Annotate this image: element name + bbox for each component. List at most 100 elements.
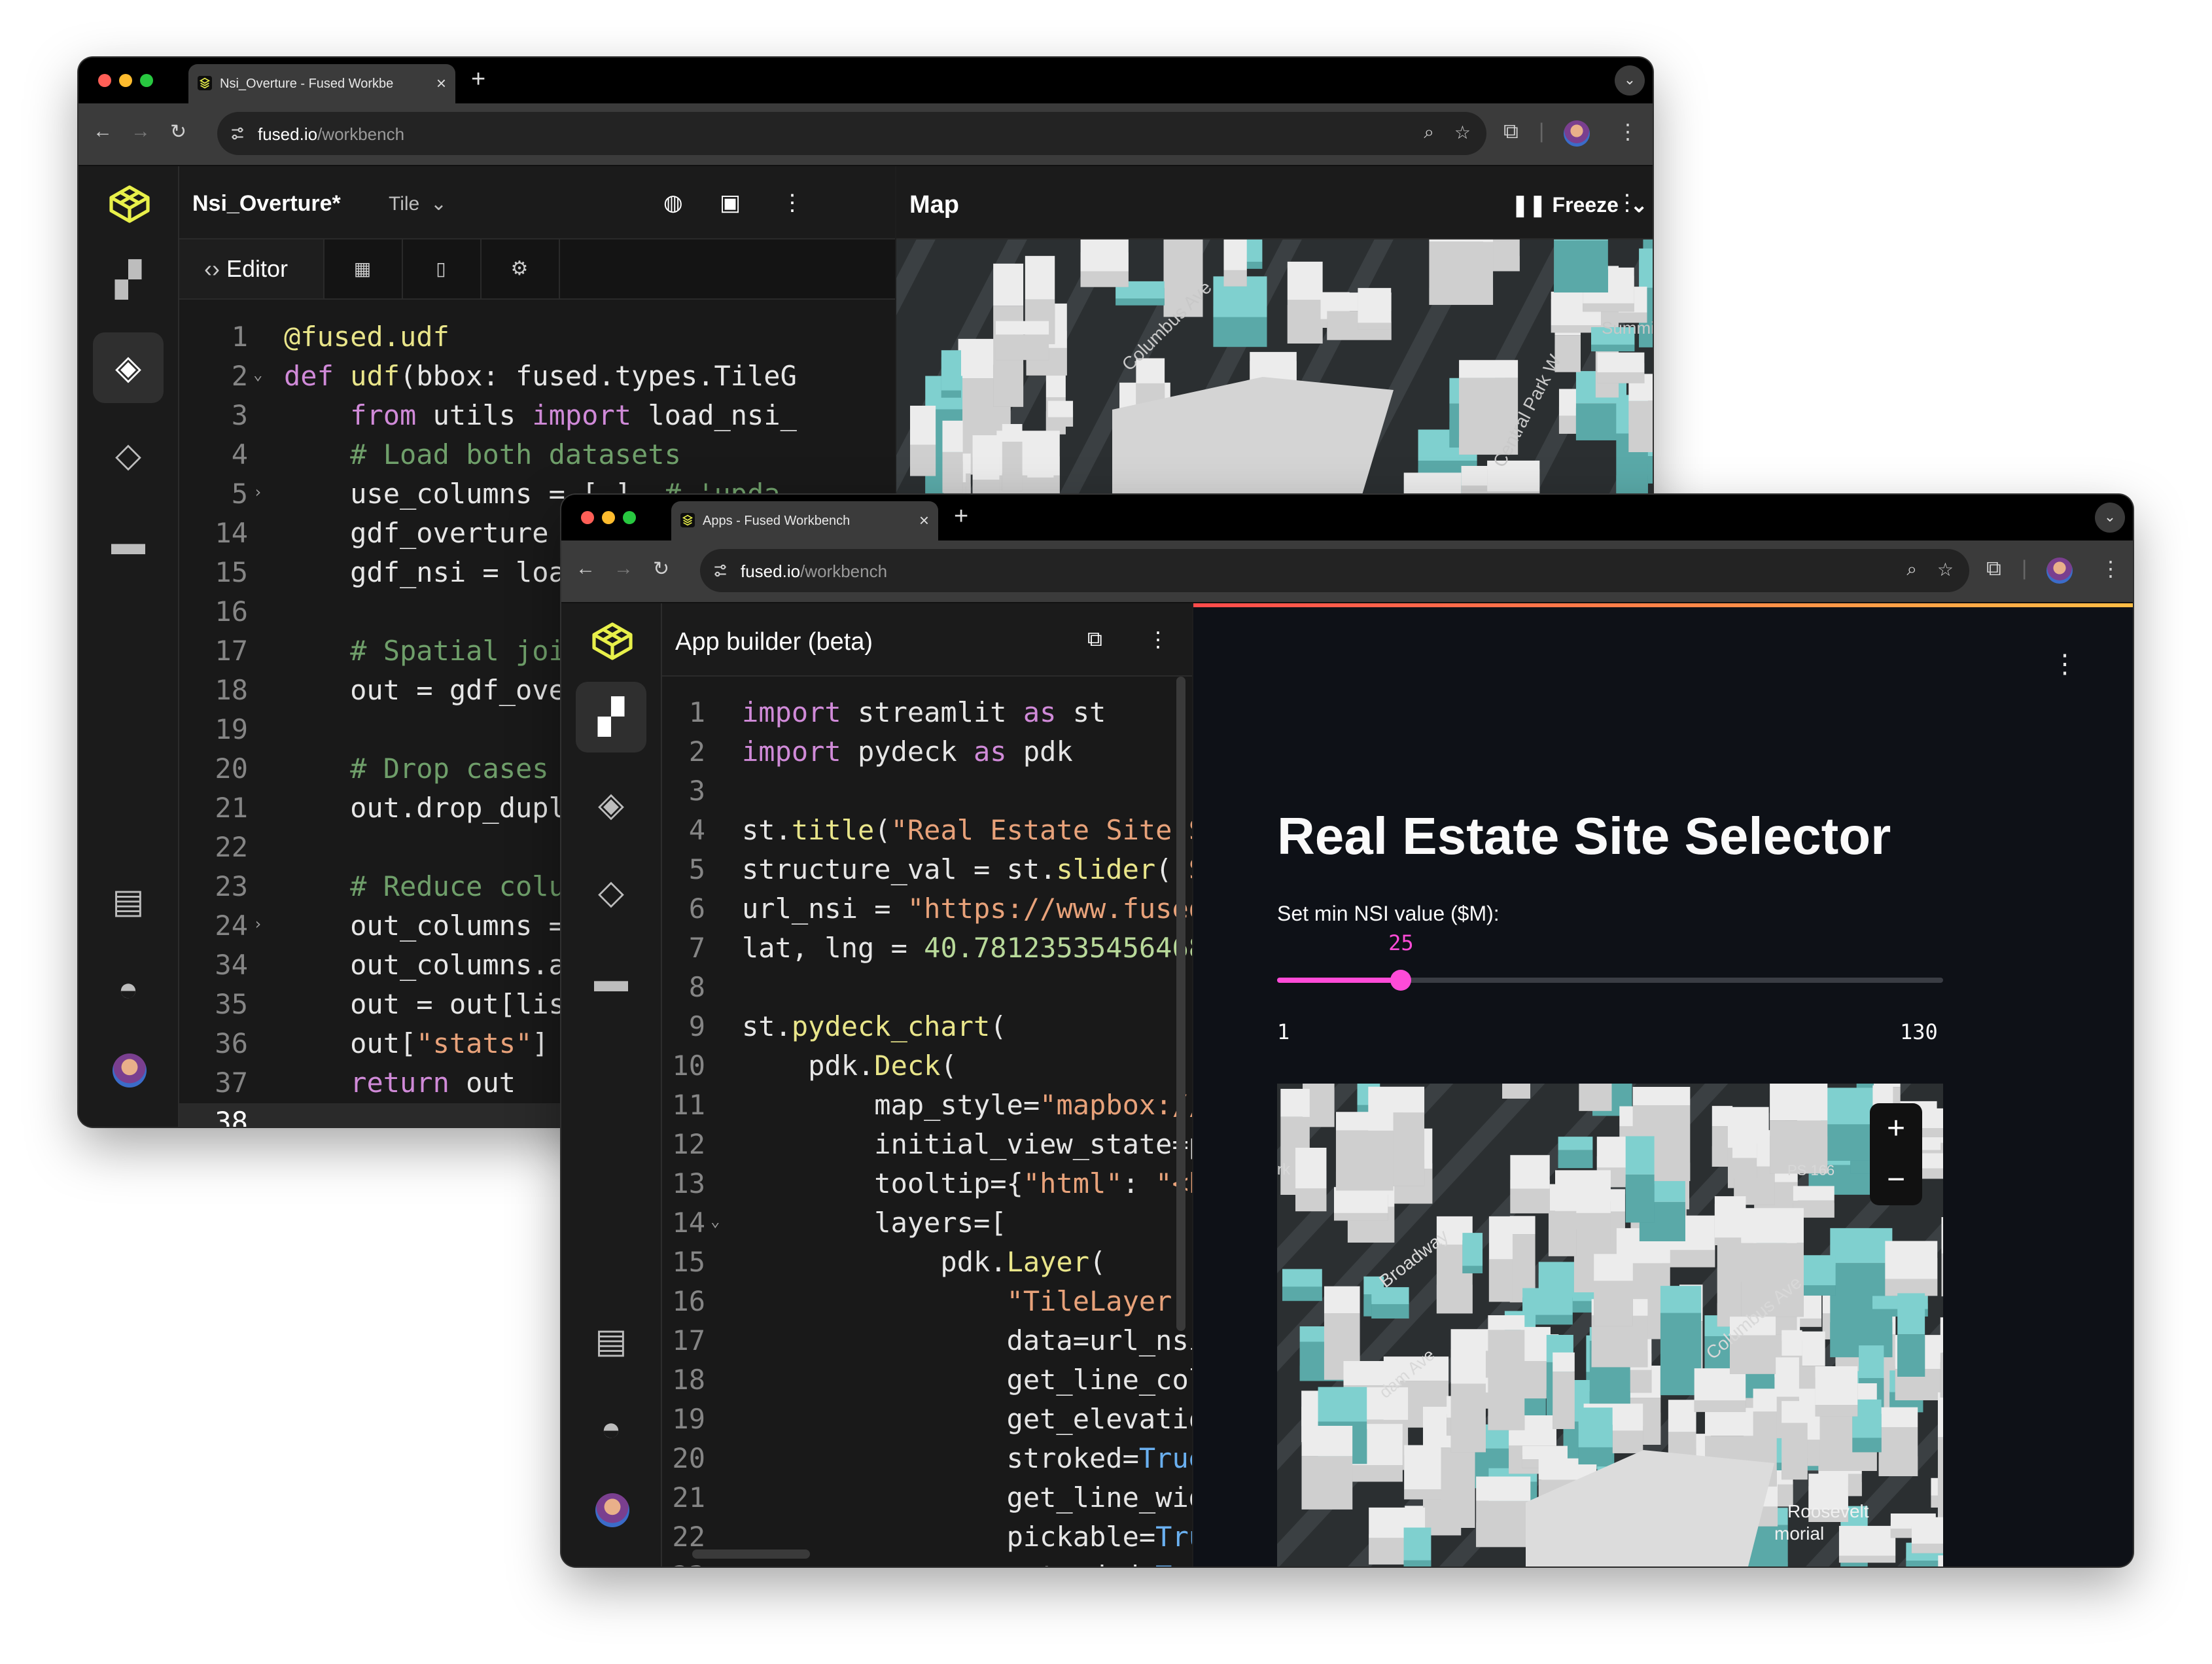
- reload-icon[interactable]: ↻: [653, 558, 669, 580]
- app-code-editor[interactable]: 1 import streamlit as st 2 import pydeck as…: [662, 677, 1192, 1567]
- fold-toggle-icon[interactable]: ›: [253, 483, 262, 501]
- maximize-window-button[interactable]: [623, 511, 636, 524]
- close-window-button[interactable]: [581, 511, 594, 524]
- code-line: url_nsi = "https://www.fused.io/: [742, 893, 1192, 925]
- slider-thumb[interactable]: [1390, 970, 1412, 991]
- zoom-icon[interactable]: ⌕: [1906, 559, 1917, 580]
- code-line: @fused.udf: [284, 321, 449, 353]
- code-line: # Spatial joi: [350, 635, 565, 667]
- tab-search-button[interactable]: ⌄: [2095, 503, 2125, 533]
- forward-icon[interactable]: →: [131, 120, 150, 143]
- app-menu-icon[interactable]: ⋮: [2052, 649, 2078, 679]
- close-tab-icon[interactable]: ×: [919, 510, 929, 531]
- line-number: 36: [215, 1027, 248, 1059]
- fused-favicon-icon: [198, 76, 212, 90]
- browser-tab[interactable]: Apps - Fused Workbench ×: [671, 501, 938, 540]
- add-folder-nav-icon[interactable]: ▬: [93, 508, 164, 578]
- tab-search-button[interactable]: ⌄: [1615, 65, 1645, 96]
- github-icon[interactable]: ◍: [663, 190, 683, 216]
- building: [1554, 239, 1608, 292]
- building: [1488, 1216, 1513, 1302]
- bookmark-star-icon[interactable]: ☆: [1454, 122, 1471, 143]
- fused-logo-icon[interactable]: [586, 616, 639, 669]
- line-number: 21: [215, 792, 248, 824]
- zoom-in-button[interactable]: +: [1870, 1103, 1922, 1154]
- udf-layers-nav-icon[interactable]: ◈: [93, 332, 164, 403]
- line-number: 9: [688, 1010, 705, 1042]
- browser-menu-icon[interactable]: ⋮: [2100, 556, 2121, 581]
- new-tab-button[interactable]: +: [954, 503, 968, 531]
- code-scrollbar[interactable]: [1176, 677, 1185, 1331]
- building: [1450, 1349, 1486, 1453]
- code-line: "TileLayer",: [1006, 1285, 1192, 1317]
- site-info-icon[interactable]: [229, 125, 246, 142]
- maximize-window-button[interactable]: [140, 74, 153, 87]
- browser-menu-icon[interactable]: ⋮: [1617, 119, 1638, 144]
- minimize-window-button[interactable]: [119, 74, 132, 87]
- line-number: 22: [215, 831, 248, 863]
- extensions-icon[interactable]: ⧉: [1503, 119, 1519, 144]
- site-info-icon[interactable]: [712, 562, 729, 579]
- udf-menu-icon[interactable]: ⋮: [781, 190, 803, 216]
- udf-layers-nav-icon[interactable]: ◈: [576, 770, 646, 840]
- panel-menu-icon[interactable]: ⋮: [1148, 627, 1168, 652]
- profile-avatar[interactable]: [1564, 120, 1590, 147]
- add-layer-nav-icon[interactable]: ◇: [576, 857, 646, 928]
- pydeck-map[interactable]: Broadway Columbus Ave dam Ave PS 166 rk …: [1277, 1084, 1943, 1567]
- tab-title: Nsi_Overture - Fused Workbe: [220, 77, 394, 91]
- building: [1476, 1476, 1531, 1548]
- map-menu-icon[interactable]: ⋮: [1616, 190, 1638, 216]
- discord-nav-icon[interactable]: ◓: [93, 954, 164, 1025]
- fused-logo-icon[interactable]: [103, 179, 156, 232]
- apps-nav-icon[interactable]: ▞: [93, 245, 164, 315]
- code-line: out["stats"]: [284, 1027, 549, 1059]
- zoom-icon[interactable]: ⌕: [1424, 122, 1434, 143]
- profile-avatar[interactable]: [2046, 558, 2073, 584]
- docs-nav-icon[interactable]: ▤: [576, 1306, 646, 1377]
- user-avatar[interactable]: [595, 1493, 629, 1527]
- fold-toggle-icon[interactable]: ⌄: [711, 1212, 720, 1230]
- add-layer-nav-icon[interactable]: ◇: [93, 420, 164, 491]
- place-label: PS 166: [1787, 1162, 1835, 1178]
- minimize-window-button[interactable]: [602, 511, 615, 524]
- code-hscrollbar[interactable]: [692, 1549, 810, 1559]
- forward-icon[interactable]: →: [614, 558, 633, 580]
- address-bar[interactable]: fused.io/workbench ⌕ ☆: [217, 112, 1486, 155]
- building: [1487, 460, 1540, 501]
- tab-map-icon[interactable]: ▯: [402, 239, 482, 298]
- zoom-out-button[interactable]: −: [1870, 1154, 1922, 1205]
- user-avatar[interactable]: [113, 1053, 147, 1088]
- tab-settings-icon[interactable]: ⚙: [480, 239, 560, 298]
- tab-table-icon[interactable]: ▦: [323, 239, 403, 298]
- code-line: # Drop cases: [350, 752, 549, 785]
- building: [942, 420, 963, 493]
- fold-toggle-icon[interactable]: ⌄: [253, 365, 262, 383]
- close-window-button[interactable]: [98, 74, 111, 87]
- nsi-slider[interactable]: 25: [1277, 930, 1943, 1009]
- extensions-icon[interactable]: ⧉: [1986, 556, 2001, 581]
- bookmark-star-icon[interactable]: ☆: [1937, 559, 1954, 580]
- udf-name[interactable]: Nsi_Overture*: [192, 191, 341, 217]
- url-text: fused.io/workbench: [258, 124, 405, 144]
- line-number: 16: [215, 595, 248, 628]
- building: [1878, 1407, 1918, 1476]
- new-tab-button[interactable]: +: [471, 65, 485, 94]
- tab-editor[interactable]: ‹› Editor: [179, 239, 325, 298]
- code-line: pickable=True,: [742, 1521, 1192, 1553]
- close-tab-icon[interactable]: ×: [436, 73, 446, 94]
- add-folder-nav-icon[interactable]: ▬: [576, 945, 646, 1016]
- docs-nav-icon[interactable]: ▤: [93, 866, 164, 937]
- address-bar[interactable]: fused.io/workbench ⌕ ☆: [700, 549, 1969, 592]
- udf-mode-select[interactable]: Tile ⌄: [389, 192, 447, 215]
- reload-icon[interactable]: ↻: [170, 120, 186, 143]
- copy-icon[interactable]: ⧉: [1087, 627, 1102, 652]
- back-icon[interactable]: ←: [93, 120, 113, 143]
- place-label: Summit Rock: [1602, 318, 1653, 338]
- discord-nav-icon[interactable]: ◓: [576, 1394, 646, 1464]
- browser-tab[interactable]: Nsi_Overture - Fused Workbe ×: [188, 64, 455, 103]
- fold-toggle-icon[interactable]: ›: [253, 915, 262, 933]
- apps-nav-icon[interactable]: ▞: [576, 682, 646, 752]
- line-number: 14: [672, 1207, 705, 1239]
- back-icon[interactable]: ←: [576, 558, 595, 580]
- save-icon[interactable]: ▣: [720, 190, 741, 216]
